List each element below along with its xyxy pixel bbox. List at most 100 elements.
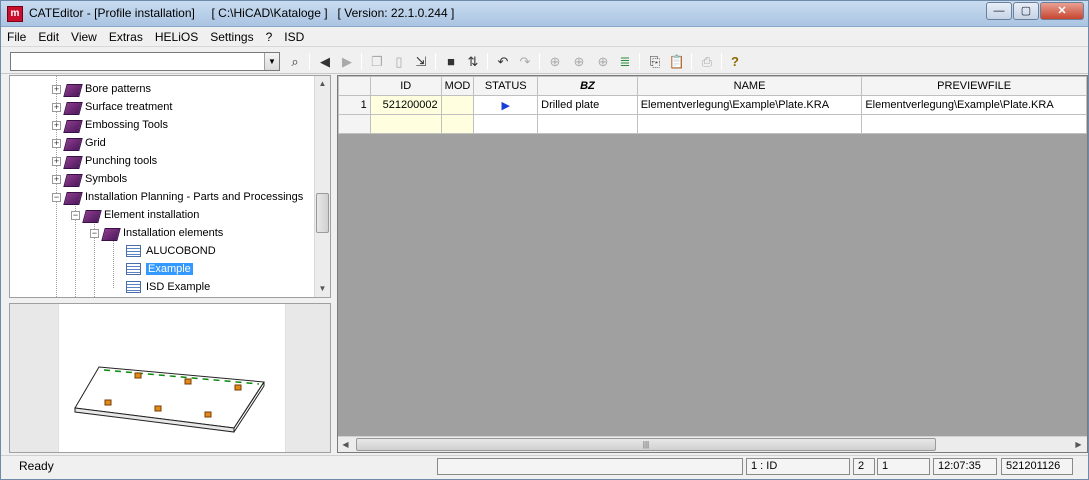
- tree-item[interactable]: + Bore patterns: [52, 80, 151, 98]
- cell-mod[interactable]: [440, 95, 475, 115]
- minimize-button[interactable]: —: [986, 2, 1012, 20]
- close-button[interactable]: ✕: [1040, 2, 1084, 20]
- cell-bz[interactable]: Drilled plate: [537, 95, 638, 115]
- menu-helios[interactable]: HELiOS: [149, 28, 204, 46]
- tree-item-selected[interactable]: Example: [126, 260, 193, 278]
- tree-item[interactable]: + Surface treatment: [52, 98, 172, 116]
- expand-icon[interactable]: +: [52, 120, 61, 130]
- menu-file[interactable]: File: [1, 28, 32, 46]
- tree-item[interactable]: − Installation Planning - Parts and Proc…: [52, 188, 303, 206]
- tree-item[interactable]: + Symbols: [52, 170, 127, 188]
- forward-icon[interactable]: ▶: [337, 52, 357, 71]
- menu-edit[interactable]: Edit: [32, 28, 65, 46]
- scroll-thumb[interactable]: |||: [356, 438, 936, 451]
- grid-hscrollbar[interactable]: ◀ ||| ▶: [338, 436, 1087, 452]
- cell-id[interactable]: [369, 114, 442, 134]
- tree-item[interactable]: − Installation elements: [90, 224, 223, 242]
- expand-icon[interactable]: +: [52, 138, 61, 148]
- cell-id[interactable]: 521200002: [369, 95, 442, 115]
- menu-settings[interactable]: Settings: [204, 28, 259, 46]
- book-icon: [65, 119, 81, 132]
- undo-icon[interactable]: ↶: [493, 52, 513, 71]
- copy-icon[interactable]: ⎘: [645, 52, 665, 71]
- cell-name[interactable]: [636, 114, 863, 134]
- paste-icon[interactable]: 📋: [667, 52, 687, 71]
- table-icon: [126, 245, 141, 257]
- column-header-id[interactable]: ID: [369, 76, 442, 96]
- column-header-mod[interactable]: MOD: [440, 76, 475, 96]
- back-icon[interactable]: ◀: [315, 52, 335, 71]
- cell-previewfile[interactable]: [861, 114, 1087, 134]
- save-icon[interactable]: ■: [441, 52, 461, 71]
- row-number-header[interactable]: [338, 76, 371, 96]
- table-row[interactable]: 1 521200002 ▶ Drilled plate Elementverle…: [338, 95, 1087, 115]
- binoculars-icon[interactable]: ⌕: [285, 52, 305, 71]
- expand-icon[interactable]: +: [52, 84, 61, 94]
- collapse-icon[interactable]: −: [71, 210, 80, 220]
- print-icon[interactable]: ⎙: [697, 52, 717, 71]
- doc-link-icon[interactable]: ⇲: [411, 52, 431, 71]
- collapse-icon[interactable]: −: [90, 228, 99, 238]
- book-icon: [65, 101, 81, 114]
- scroll-right-icon[interactable]: ▶: [1071, 437, 1086, 453]
- tree-item[interactable]: ALUCOBOND: [126, 242, 216, 260]
- column-header-previewfile[interactable]: PREVIEWFILE: [861, 76, 1087, 96]
- status-time: 12:07:35: [933, 458, 997, 475]
- redo-icon[interactable]: ↷: [515, 52, 535, 71]
- column-header-status[interactable]: STATUS: [473, 76, 539, 96]
- copy-doc-icon[interactable]: ❐: [367, 52, 387, 71]
- cell-status[interactable]: [473, 114, 539, 134]
- table-row[interactable]: [338, 114, 1087, 134]
- book-icon: [103, 227, 119, 240]
- column-header-name[interactable]: NAME: [636, 76, 863, 96]
- menu-help[interactable]: ?: [260, 28, 279, 46]
- status-cell: 1 : ID: [746, 458, 850, 475]
- row-number[interactable]: 1: [338, 95, 371, 115]
- chevron-down-icon[interactable]: ▼: [264, 53, 279, 70]
- row-number[interactable]: [338, 114, 371, 134]
- tree-item-label: Punching tools: [85, 155, 158, 167]
- status-arrow-icon[interactable]: ▶: [473, 95, 539, 115]
- add-row-icon[interactable]: ⊕: [545, 52, 565, 71]
- menu-isd[interactable]: ISD: [278, 28, 310, 46]
- add-item-icon[interactable]: ⊕: [593, 52, 613, 71]
- help-icon[interactable]: ?: [725, 52, 745, 71]
- menu-bar: File Edit View Extras HELiOS Settings ? …: [1, 27, 1088, 47]
- column-header-bz[interactable]: BZ: [537, 76, 638, 96]
- cell-mod[interactable]: [440, 114, 475, 134]
- tree-item[interactable]: ISD Example: [126, 278, 210, 296]
- sort-icon[interactable]: ⇅: [463, 52, 483, 71]
- scroll-left-icon[interactable]: ◀: [338, 437, 353, 453]
- catalog-tree[interactable]: + Bore patterns + Surface treatment + Em…: [9, 75, 331, 298]
- title-bar[interactable]: m CATEditor - [Profile installation] [ C…: [1, 1, 1088, 27]
- search-combo[interactable]: ▼: [10, 52, 280, 71]
- scroll-up-icon[interactable]: ▲: [315, 76, 330, 92]
- book-icon: [65, 83, 81, 96]
- toolbar-separator: [435, 53, 436, 70]
- database-icon[interactable]: ≣: [615, 52, 635, 71]
- expand-icon[interactable]: +: [52, 156, 61, 166]
- status-bar: Ready 1 : ID 2 1 12:07:35 521201126: [1, 455, 1088, 479]
- expand-icon[interactable]: +: [52, 174, 61, 184]
- cell-name[interactable]: Elementverlegung\Example\Plate.KRA: [636, 95, 863, 115]
- scroll-down-icon[interactable]: ▼: [315, 281, 330, 297]
- new-doc-icon[interactable]: ▯: [389, 52, 409, 71]
- add-column-icon[interactable]: ⊕: [569, 52, 589, 71]
- book-icon: [65, 155, 81, 168]
- cell-bz[interactable]: [537, 114, 638, 134]
- scroll-thumb[interactable]: [316, 193, 329, 233]
- tree-item-label: Element installation: [104, 209, 200, 221]
- data-grid[interactable]: ID MOD STATUS BZ NAME PREVIEWFILE 1 5212…: [337, 75, 1088, 453]
- tree-item[interactable]: + Grid: [52, 134, 106, 152]
- collapse-icon[interactable]: −: [52, 192, 61, 202]
- menu-view[interactable]: View: [65, 28, 103, 46]
- tree-item-label: Surface treatment: [85, 101, 173, 113]
- expand-icon[interactable]: +: [52, 102, 61, 112]
- menu-extras[interactable]: Extras: [103, 28, 149, 46]
- cell-previewfile[interactable]: Elementverlegung\Example\Plate.KRA: [861, 95, 1087, 115]
- tree-scrollbar[interactable]: ▲ ▼: [314, 76, 330, 297]
- tree-item[interactable]: + Punching tools: [52, 152, 157, 170]
- maximize-button[interactable]: ▢: [1013, 2, 1039, 20]
- tree-item[interactable]: − Element installation: [71, 206, 199, 224]
- tree-item[interactable]: + Embossing Tools: [52, 116, 168, 134]
